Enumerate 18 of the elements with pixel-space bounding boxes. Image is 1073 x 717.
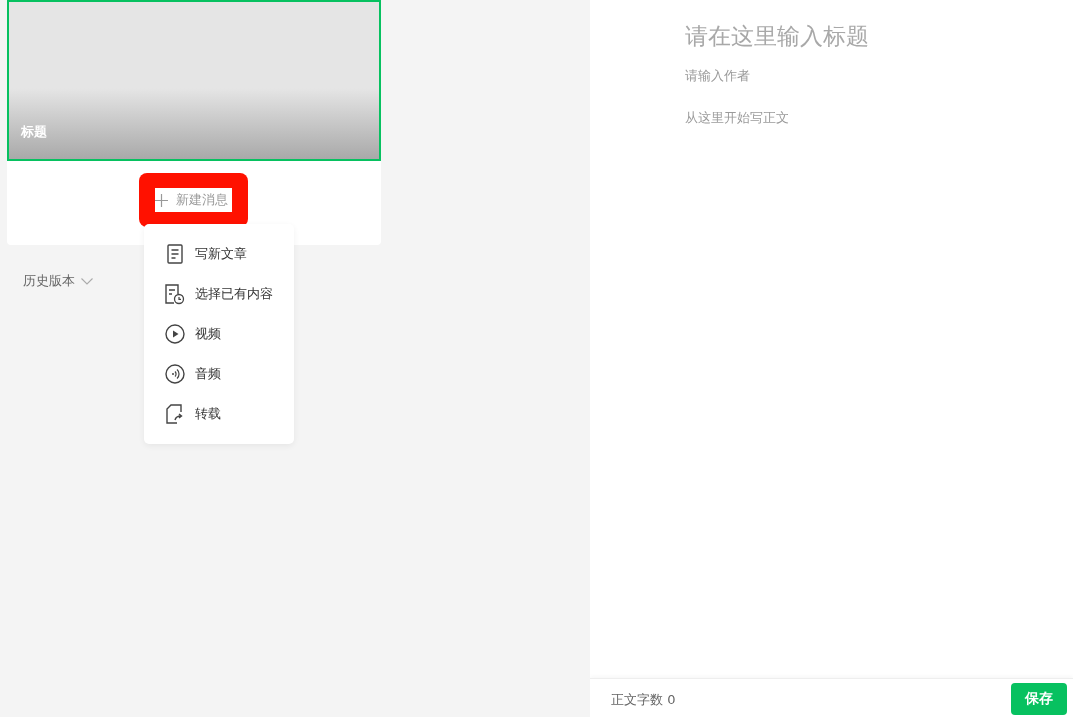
body-field[interactable]: 从这里开始写正文 [685,109,1035,149]
plus-icon [154,193,168,207]
audio-icon [165,364,185,384]
menu-item[interactable]: 转载 [144,394,294,434]
title-field[interactable]: 请在这里输入标题 [685,18,1045,54]
author-field[interactable]: 请输入作者 [685,68,985,83]
play-icon [165,324,185,344]
menu-item[interactable]: 写新文章 [144,234,294,274]
chevron-down-icon [81,277,93,285]
document-icon [165,244,185,264]
document-clock-icon [165,283,185,305]
word-count: 正文字数 0 [611,691,676,709]
history-dropdown[interactable]: 历史版本 [23,272,93,290]
menu-item[interactable]: 音频 [144,354,294,394]
menu-item[interactable]: 选择已有内容 [144,274,294,314]
share-document-icon [165,404,185,424]
menu-item[interactable]: 视频 [144,314,294,354]
cover-title: 标题 [21,123,47,141]
